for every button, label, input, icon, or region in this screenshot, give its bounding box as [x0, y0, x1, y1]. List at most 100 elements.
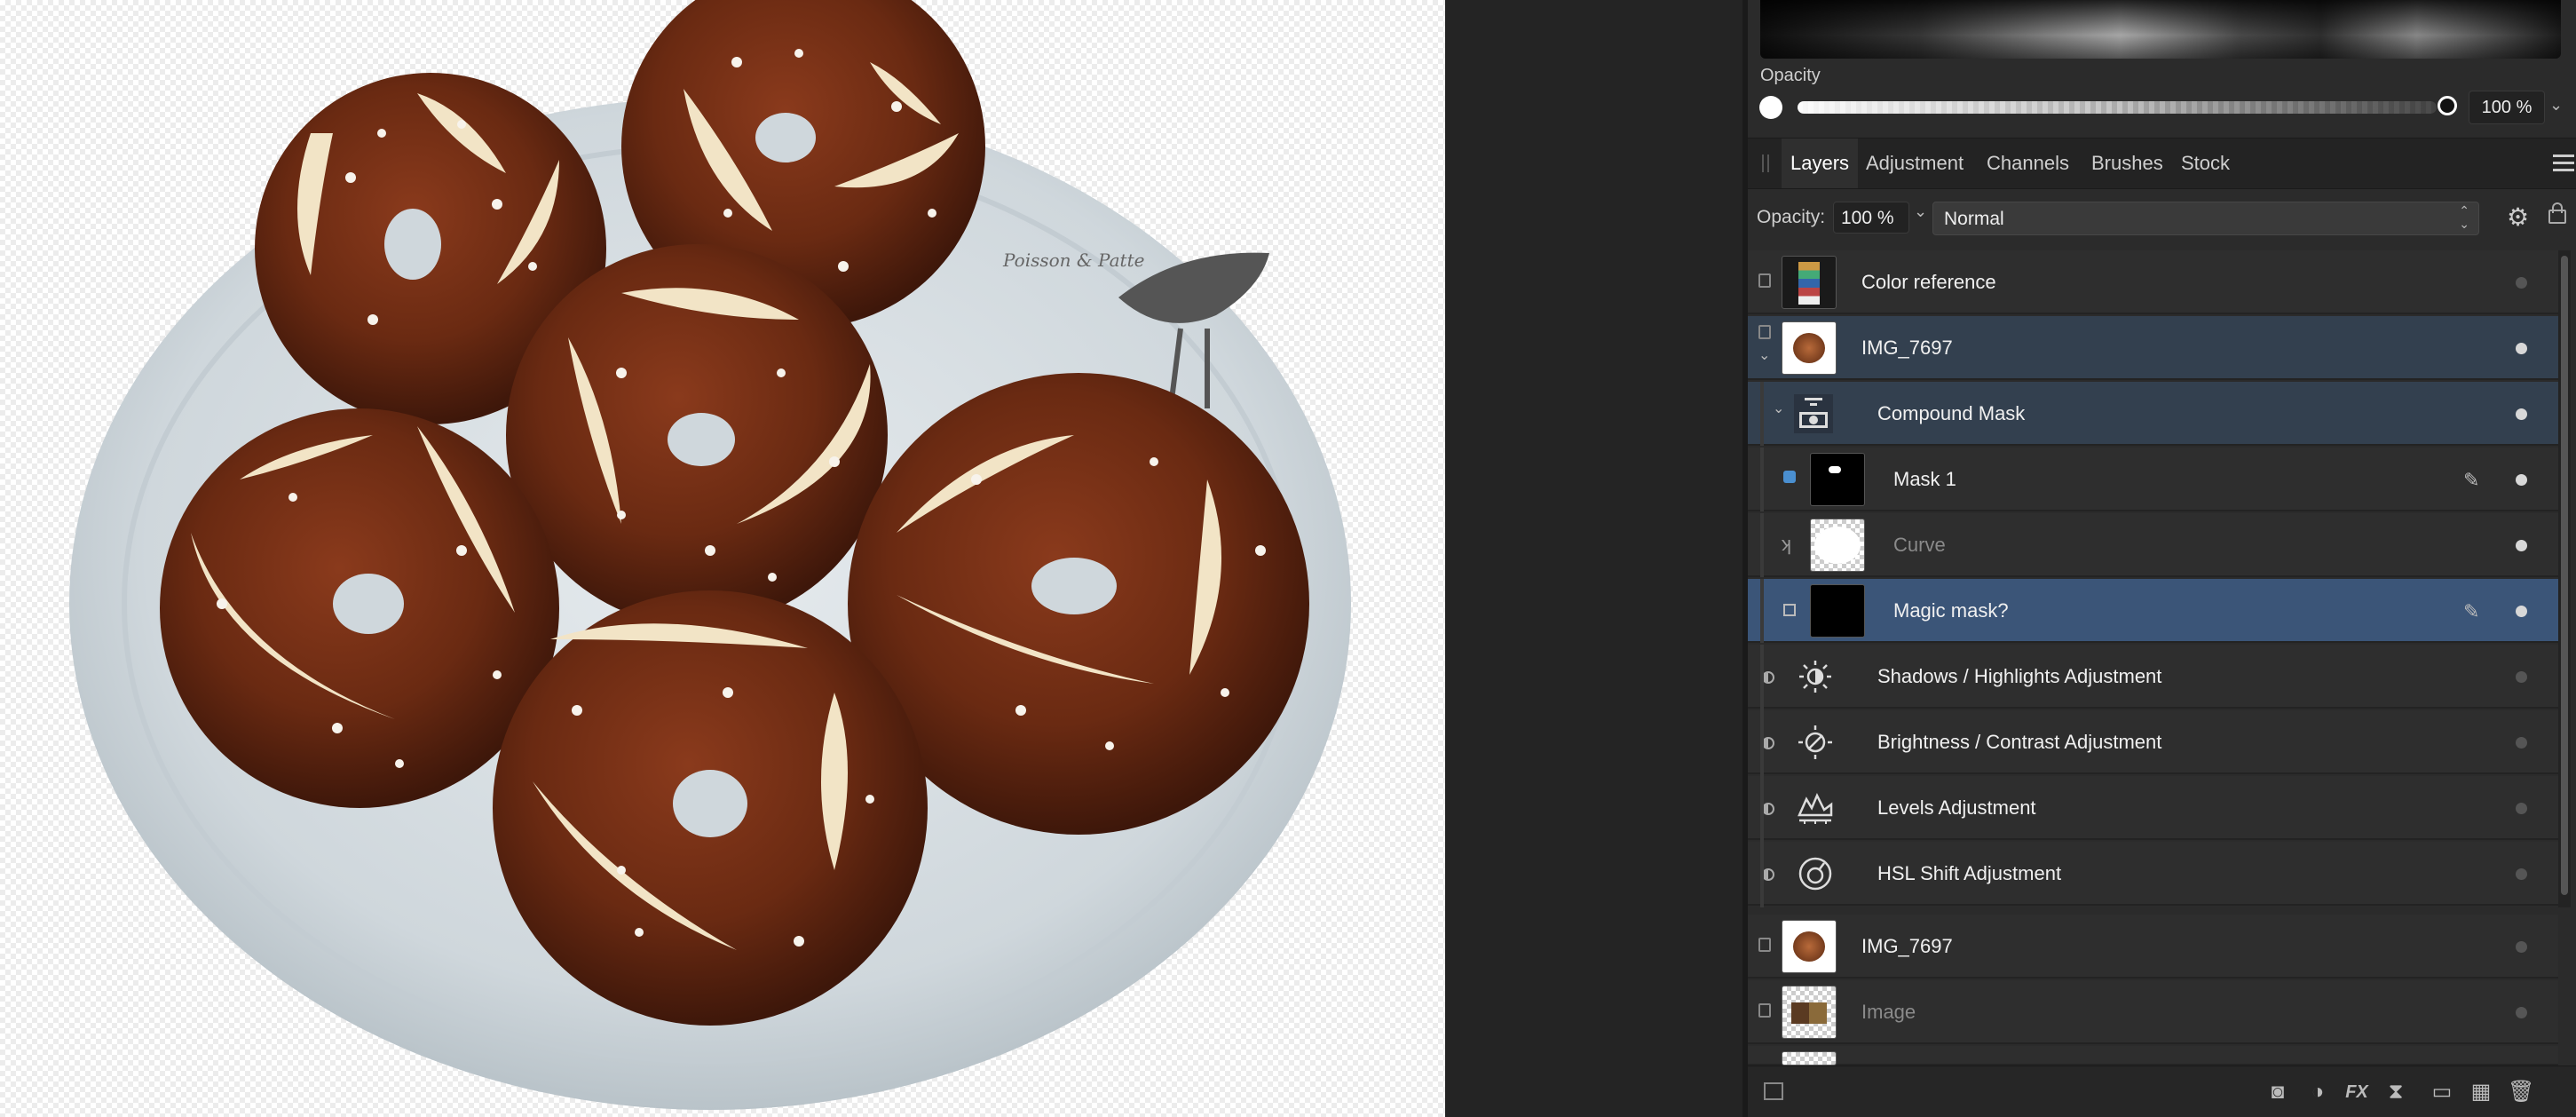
photo-plate-with-pretzel-bagels: Poisson & Patte	[69, 0, 1351, 1110]
layer-name: Color reference	[1861, 271, 1996, 293]
bagel	[506, 244, 888, 626]
layer-row[interactable]: Shadows / Highlights Adjustment	[1748, 645, 2558, 709]
layer-row[interactable]: IMG_7697	[1748, 915, 2558, 978]
layers-options-icon[interactable]	[1764, 1082, 1783, 1100]
panel-tabs: Layers Adjustment Channels Brushes Stock	[1748, 138, 2576, 189]
visibility-toggle[interactable]	[2516, 606, 2527, 617]
brightness-contrast-icon	[1798, 725, 1832, 759]
visibility-toggle[interactable]	[2516, 671, 2527, 683]
delete-icon[interactable]: 🗑	[2508, 1081, 2534, 1104]
pixel-layer-icon	[1758, 938, 1771, 952]
layers-scrollbar[interactable]	[2558, 250, 2571, 907]
tab-adjustment[interactable]: Adjustment	[1857, 139, 1972, 188]
visibility-toggle[interactable]	[2516, 941, 2527, 953]
mask-layer-icon[interactable]: ◙	[2265, 1081, 2290, 1104]
layer-opacity-field[interactable]: 100 %	[1833, 202, 1909, 234]
layer-name: Curve	[1893, 534, 1946, 556]
layer-thumbnail	[1782, 1051, 1837, 1066]
layer-row[interactable]: Mask 1 ✎	[1748, 448, 2558, 511]
visibility-toggle[interactable]	[2516, 540, 2527, 551]
chevron-down-icon[interactable]: ⌄	[1758, 346, 1770, 364]
compound-mask-icon	[1794, 394, 1833, 433]
layer-row[interactable]: Brightness / Contrast Adjustment	[1748, 710, 2558, 774]
chevron-down-icon[interactable]: ⌄	[2549, 96, 2563, 115]
adjustment-indicator-icon	[1762, 671, 1774, 684]
visibility-toggle[interactable]	[2516, 277, 2527, 289]
layer-name: Magic mask?	[1893, 599, 2009, 622]
opacity-label: Opacity	[1760, 66, 1821, 85]
layer-thumbnail	[1782, 256, 1837, 309]
mask-icon	[1783, 471, 1796, 483]
layer-row[interactable]: ʞ Curve	[1748, 513, 2558, 577]
layer-thumbnail	[1810, 584, 1865, 638]
chevron-down-icon[interactable]: ⌄	[1914, 202, 1927, 221]
visibility-toggle[interactable]	[2516, 737, 2527, 749]
layer-row[interactable]: Levels Adjustment	[1748, 776, 2558, 840]
blend-mode-value: Normal	[1944, 209, 2004, 229]
updown-arrows-icon: ⌃ ⌄	[2459, 203, 2469, 231]
plate-brand-text: Poisson & Patte	[1002, 250, 1144, 271]
opacity-slider[interactable]	[1798, 101, 2437, 114]
color-gradient-preview[interactable]	[1760, 0, 2561, 59]
gear-icon[interactable]: ⚙	[2507, 205, 2529, 230]
layer-row[interactable]: HSL Shift Adjustment	[1748, 842, 2558, 906]
layer-name: Shadows / Highlights Adjustment	[1877, 665, 2162, 687]
layer-name: IMG_7697	[1861, 935, 1953, 957]
panel-grip-icon[interactable]	[1762, 154, 1769, 172]
opacity-slider-knob[interactable]	[2438, 96, 2457, 115]
curve-icon: ʞ	[1782, 533, 1791, 555]
adjustment-indicator-icon	[1762, 737, 1774, 749]
mask-icon	[1783, 604, 1796, 616]
fx-icon[interactable]: FX	[2344, 1081, 2369, 1104]
layer-name: HSL Shift Adjustment	[1877, 862, 2062, 884]
layer-row[interactable]: ⌄ Compound Mask	[1748, 382, 2558, 446]
layer-name: IMG_7697	[1861, 337, 1953, 359]
opacity-value-field[interactable]: 100 %	[2469, 91, 2545, 124]
visibility-toggle[interactable]	[2516, 408, 2527, 420]
live-filter-icon[interactable]: ⧗	[2383, 1081, 2408, 1104]
layer-name: Image	[1861, 1001, 1916, 1023]
layer-name: Levels Adjustment	[1877, 796, 2036, 819]
layer-row[interactable]: Image	[1748, 980, 2558, 1044]
brush-icon[interactable]: ✎	[2463, 469, 2479, 492]
layer-thumbnail	[1782, 986, 1837, 1039]
visibility-toggle[interactable]	[2516, 1007, 2527, 1018]
layer-thumbnail	[1810, 519, 1865, 572]
hsl-icon	[1798, 857, 1832, 891]
layer-row[interactable]: Magic mask? ✎	[1748, 579, 2558, 643]
pixel-layer-icon	[1758, 325, 1771, 339]
adjustment-indicator-icon	[1762, 803, 1774, 815]
panel-menu-icon[interactable]	[2553, 154, 2574, 172]
layer-row[interactable]: ⌄ IMG_7697	[1748, 316, 2558, 380]
chevron-down-icon[interactable]: ⌄	[1773, 400, 1784, 417]
layer-name: Compound Mask	[1877, 402, 2026, 424]
tab-layers[interactable]: Layers	[1782, 139, 1859, 188]
shadows-highlights-icon	[1799, 661, 1831, 693]
visibility-toggle[interactable]	[2516, 868, 2527, 880]
pixel-layer-icon	[1758, 1003, 1771, 1018]
adjustment-icon[interactable]: ◑	[2305, 1081, 2330, 1104]
layer-row[interactable]: Color reference	[1748, 250, 2558, 314]
layer-row[interactable]	[1748, 1046, 2558, 1066]
visibility-toggle[interactable]	[2516, 803, 2527, 814]
pixel-layer-icon	[1758, 273, 1771, 288]
lock-icon[interactable]	[2548, 202, 2566, 224]
tab-stock[interactable]: Stock	[2172, 139, 2239, 188]
visibility-toggle[interactable]	[2516, 474, 2527, 486]
add-pixel-layer-icon[interactable]: ▦	[2469, 1081, 2493, 1104]
brush-icon[interactable]: ✎	[2463, 600, 2479, 623]
blend-mode-select[interactable]: Normal ⌃ ⌄	[1932, 202, 2479, 235]
document-canvas[interactable]: Poisson & Patte	[0, 0, 1445, 1117]
group-icon[interactable]: ▭	[2430, 1081, 2454, 1104]
bagel	[493, 590, 928, 1026]
layer-name: Mask 1	[1893, 468, 1956, 490]
tab-channels[interactable]: Channels	[1978, 139, 2078, 188]
canvas-margin	[1445, 0, 1747, 1117]
layer-thumbnail	[1782, 321, 1837, 375]
tab-brushes[interactable]: Brushes	[2082, 139, 2172, 188]
levels-icon	[1798, 793, 1833, 824]
layer-thumbnail	[1782, 920, 1837, 973]
right-studio-panel: Opacity 100 % ⌄ Layers Adjustment Channe…	[1748, 0, 2576, 1117]
color-swatch[interactable]	[1759, 96, 1782, 119]
visibility-toggle[interactable]	[2516, 343, 2527, 354]
